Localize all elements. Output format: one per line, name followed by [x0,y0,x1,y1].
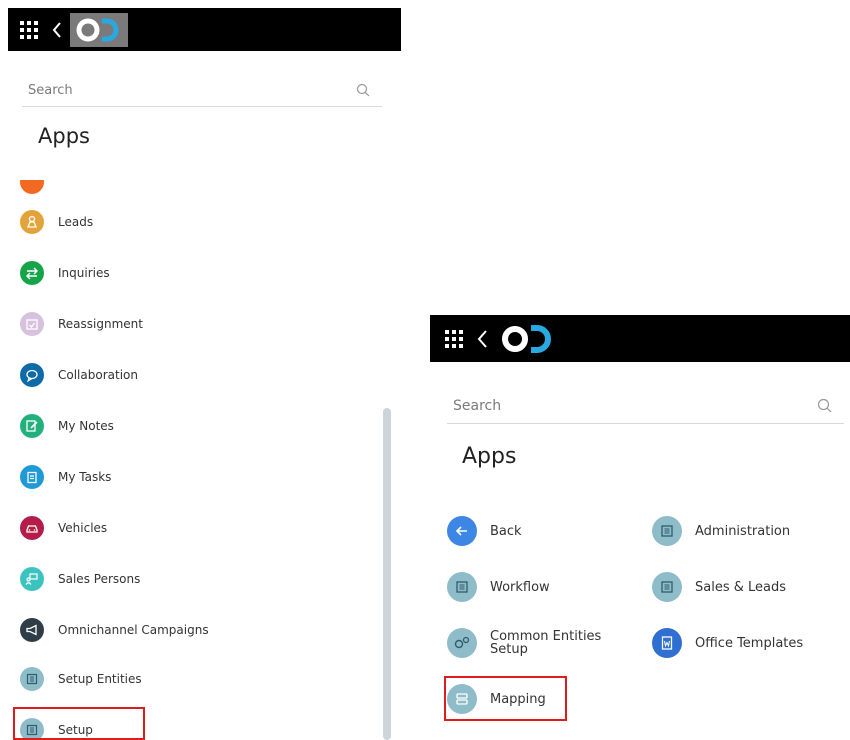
app-item-sales-leads[interactable]: Sales & Leads [652,572,786,602]
note-pen-icon [20,414,44,438]
app-item-vehicles[interactable]: Vehicles [20,516,107,540]
search-input[interactable] [22,82,328,98]
app-item-label: Vehicles [58,521,108,535]
app-item-inquiries[interactable]: Inquiries [20,261,110,285]
app-launcher-icon[interactable] [445,329,463,348]
app-item-mapping[interactable]: Mapping [447,684,546,714]
app-item-collaboration[interactable]: Collaboration [20,363,138,387]
apps-list: Leads Inquiries Reassignment Collaborati… [8,180,392,740]
setup-sheet-icon [20,718,44,740]
setup-sheet-icon [652,516,682,546]
right-search-bar [447,388,844,424]
app-item-label: Setup Entities [58,672,142,686]
search-icon[interactable] [817,398,832,413]
left-top-bar [8,8,401,51]
app-item-workflow[interactable]: Workflow [447,572,550,602]
calendar-check-icon [20,312,44,336]
app-item-label: Sales Persons [58,572,141,586]
app-item-label: Mapping [490,691,546,707]
app-item-label: My Notes [58,419,114,433]
app-item-label: Sales & Leads [695,579,787,595]
app-item-back[interactable]: Back [447,516,522,546]
setup-sheet-icon [447,572,477,602]
app-item-setup-entities[interactable]: Setup Entities [20,667,142,691]
arrow-left-icon [447,516,477,546]
app-item-label: Inquiries [58,266,110,280]
search-input[interactable] [447,397,753,414]
app-item-common-entities-setup[interactable]: Common Entities Setup [447,628,610,658]
apps-scrollbar[interactable] [383,408,391,740]
app-item-reassignment[interactable]: Reassignment [20,312,143,336]
page-title: Apps [462,444,517,469]
app-item-label: Back [490,523,522,539]
app-item-label: Office Templates [695,635,804,651]
setup-sheet-icon [652,572,682,602]
app-item-label: My Tasks [58,470,112,484]
app-item-my-notes[interactable]: My Notes [20,414,114,438]
app-item-label: Setup [58,723,93,737]
clipboard-icon [20,465,44,489]
app-item-label: Collaboration [58,368,138,382]
search-icon[interactable] [356,83,370,97]
word-document-icon [652,628,682,658]
app-item-label: Leads [58,215,94,229]
app-item-label: Workflow [490,579,550,595]
mapping-icon [447,684,477,714]
gears-icon [447,628,477,658]
app-item-label: Omnichannel Campaigns [58,623,209,637]
app-launcher-icon[interactable] [20,20,38,39]
app-item-label: Common Entities Setup [490,629,602,657]
app-item-label: Administration [695,523,791,539]
app-item-my-tasks[interactable]: My Tasks [20,465,111,489]
presenter-icon [20,567,44,591]
app-item-office-templates[interactable]: Office Templates [652,628,803,658]
company-logo [70,12,128,47]
person-pin-icon [20,210,44,234]
swap-arrows-icon [20,261,44,285]
app-item-administration[interactable]: Administration [652,516,790,546]
app-item-sales-persons[interactable]: Sales Persons [20,567,140,591]
car-icon [20,516,44,540]
app-item-setup[interactable]: Setup [20,718,93,740]
company-logo [502,324,554,354]
left-search-bar [22,74,382,107]
app-item-omnichannel-campaigns[interactable]: Omnichannel Campaigns [20,618,209,642]
app-item-leads[interactable]: Leads [20,210,93,234]
megaphone-icon [20,618,44,642]
page-title: Apps [38,124,90,148]
setup-sheet-icon [20,667,44,691]
app-item-partial[interactable] [20,180,58,194]
chat-bubbles-icon [20,363,44,387]
back-chevron-icon[interactable] [52,21,62,39]
back-chevron-icon[interactable] [477,329,488,349]
app-item-label: Reassignment [58,317,143,331]
partial-app-icon [20,180,44,194]
right-top-bar [430,315,850,362]
